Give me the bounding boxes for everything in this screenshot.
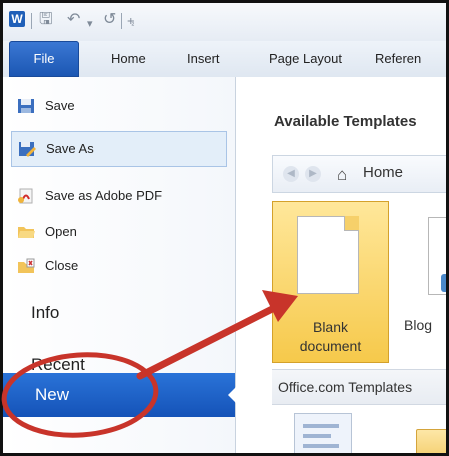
available-templates-heading: Available Templates [274, 113, 417, 130]
template-thumbnail-icon[interactable] [294, 413, 352, 453]
nav-info[interactable]: Info [31, 303, 59, 323]
template-label-line1: Blank [312, 319, 349, 335]
template-label-line2: document [299, 338, 362, 354]
selection-pointer [228, 387, 236, 403]
template-label: Blog [404, 317, 433, 333]
tab-home[interactable]: Home [111, 41, 146, 77]
close-doc-icon [18, 258, 35, 273]
nav-recent[interactable]: Recent [31, 355, 85, 375]
nav-new[interactable]: New [3, 373, 236, 417]
back-arrow-icon[interactable]: ◀ [283, 166, 299, 182]
ribbon-tabs: File Home Insert Page Layout Referen [3, 41, 446, 78]
menu-item-save-as[interactable]: Save As [11, 131, 227, 167]
tab-page-layout[interactable]: Page Layout [269, 41, 342, 77]
quick-access-toolbar: W 🖫 ↶ ▾ ↺ ⨧ [3, 3, 446, 41]
template-nav-bar: ◀ ▶ ⌂ Home [272, 155, 446, 193]
nav-new-label: New [35, 385, 70, 404]
menu-item-save-as-pdf[interactable]: Save as Adobe PDF [11, 181, 225, 211]
thumbnail-line [303, 424, 339, 428]
toolbar-separator [31, 13, 32, 29]
menu-item-label: Save as Adobe PDF [45, 188, 163, 203]
dropdown-caret-icon[interactable]: ▾ [87, 15, 93, 33]
tab-insert[interactable]: Insert [187, 41, 220, 77]
save-as-icon [19, 142, 36, 157]
menu-item-open[interactable]: Open [11, 217, 225, 247]
menu-item-label: Save As [46, 141, 94, 156]
word-app-icon[interactable]: W [9, 11, 25, 27]
word-window: W 🖫 ↶ ▾ ↺ ⨧ File Home Insert Page Layout… [0, 0, 449, 456]
tab-file[interactable]: File [9, 41, 79, 77]
menu-item-label: Close [45, 258, 79, 273]
blank-document-icon [297, 216, 359, 294]
toolbar-separator [121, 13, 122, 29]
office-com-templates-header: Office.com Templates [272, 369, 446, 405]
forward-arrow-icon[interactable]: ▶ [305, 166, 321, 182]
undo-icon[interactable]: ↶ [67, 11, 80, 29]
menu-item-close[interactable]: Close [11, 251, 225, 281]
backstage-nav: Save Save As Save as Adobe PDF Open Clos… [3, 77, 236, 453]
redo-icon[interactable]: ↺ [103, 11, 116, 29]
customize-qat-icon[interactable]: ⨧ [127, 11, 135, 29]
template-blank-document[interactable]: Blank document [272, 201, 389, 363]
templates-pane: Available Templates ◀ ▶ ⌂ Home Blank doc… [236, 77, 446, 453]
menu-item-save[interactable]: Save [11, 91, 225, 121]
thumbnail-line [303, 444, 339, 448]
open-folder-icon [18, 227, 35, 238]
folder-icon[interactable] [416, 429, 446, 453]
blog-document-icon [428, 217, 446, 295]
thumbnail-line [303, 434, 331, 438]
pdf-icon [18, 188, 33, 204]
tab-references[interactable]: Referen [375, 41, 421, 77]
template-blog-post[interactable]: Blog [396, 201, 446, 361]
menu-item-label: Open [45, 224, 77, 239]
save-icon[interactable]: 🖫 [39, 11, 53, 29]
save-icon [18, 99, 34, 113]
template-label: Blank document [273, 318, 388, 356]
home-icon[interactable]: ⌂ [337, 165, 347, 185]
menu-item-label: Save [45, 98, 75, 113]
nav-home-label[interactable]: Home [363, 164, 403, 181]
